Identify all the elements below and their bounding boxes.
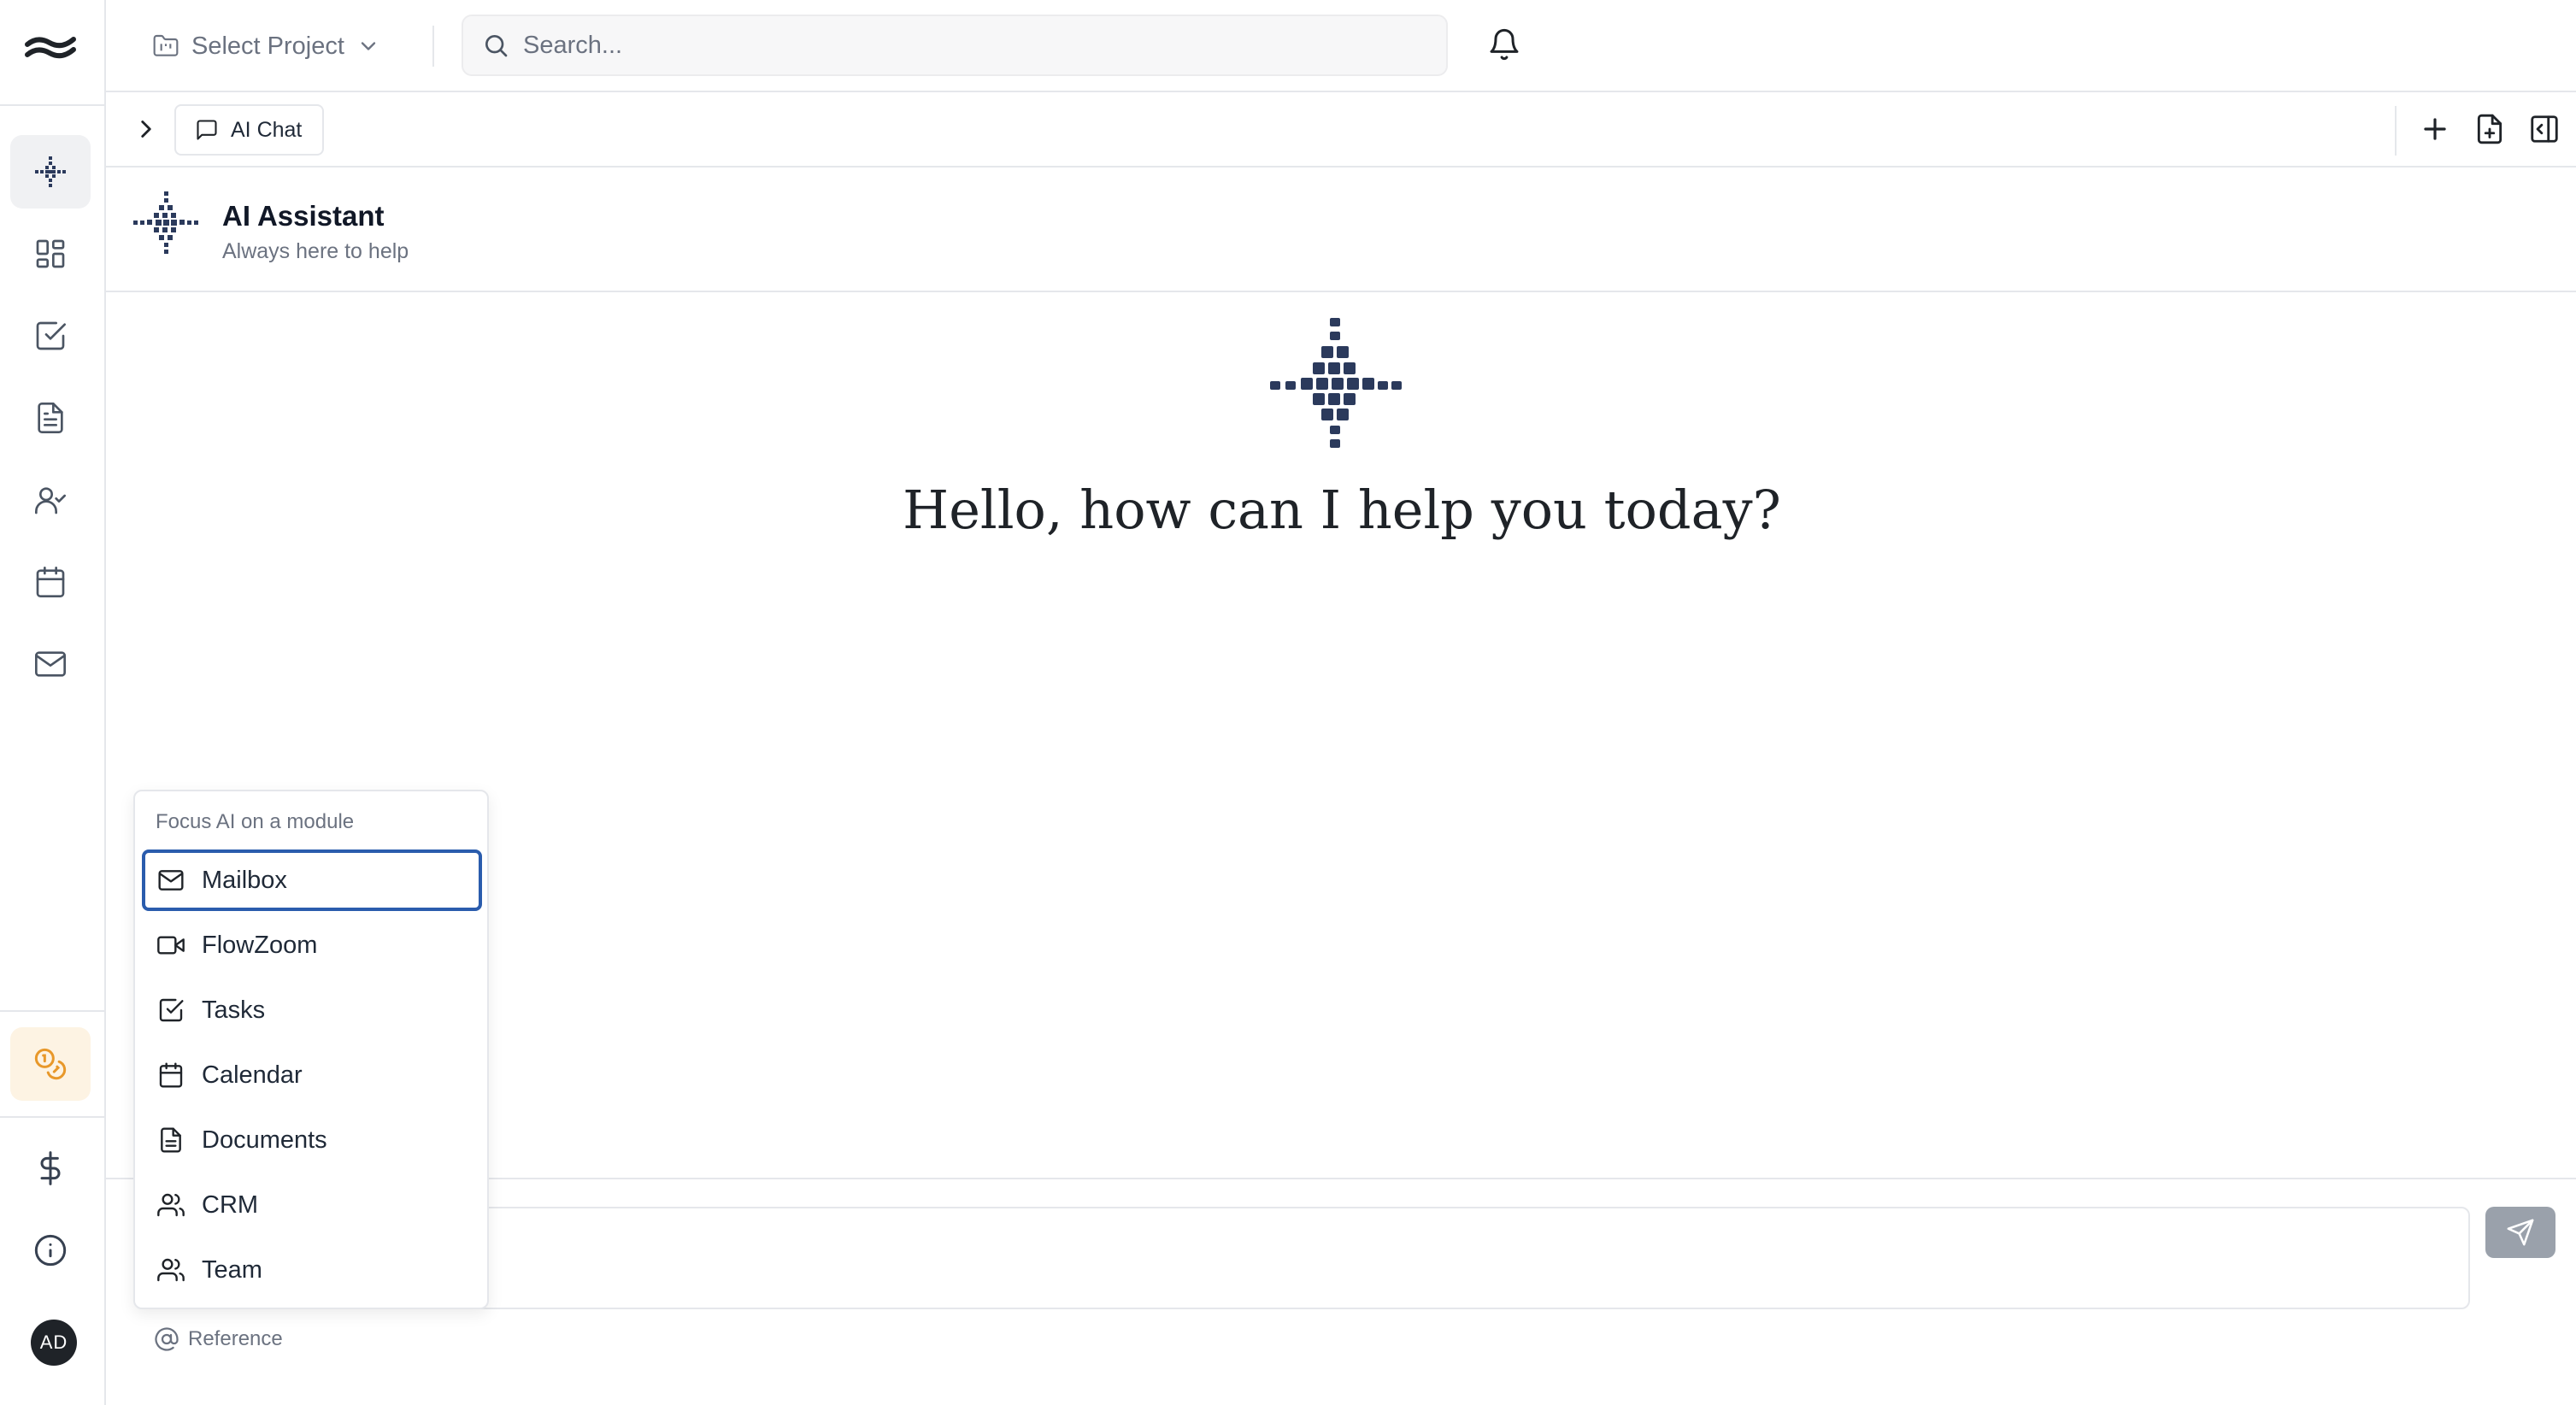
sidebar-item-info[interactable]	[10, 1214, 91, 1287]
focus-module-menu: Focus AI on a module Mailbox FlowZoom Ta…	[133, 790, 489, 1309]
calendar-icon	[36, 567, 65, 597]
at-sign-icon	[155, 1327, 179, 1351]
panel-toggle-icon[interactable]	[2528, 113, 2561, 145]
chevron-right-icon[interactable]	[132, 115, 161, 144]
project-selector[interactable]: Select Project	[152, 26, 380, 67]
assistant-header: AI Assistant Always here to help	[106, 168, 2576, 292]
dollar-icon	[40, 1151, 61, 1185]
sidebar-item-tasks[interactable]	[10, 299, 91, 373]
assistant-subtitle: Always here to help	[222, 239, 409, 263]
menu-item-label: Mailbox	[202, 866, 287, 894]
document-icon	[161, 1127, 181, 1153]
tab-ai-chat[interactable]: AI Chat	[174, 104, 325, 156]
greeting-heading: Hello, how can I help you today?	[903, 479, 1781, 541]
top-bar: Select Project	[106, 0, 2576, 92]
sidebar-item-mailbox[interactable]	[10, 627, 91, 701]
sidebar-item-dashboard[interactable]	[10, 217, 91, 291]
calendar-icon	[159, 1062, 183, 1088]
tab-label: AI Chat	[231, 117, 303, 142]
users-icon	[157, 1258, 185, 1282]
menu-item-label: Team	[202, 1255, 262, 1284]
reference-label: Reference	[188, 1327, 283, 1350]
document-icon	[38, 403, 63, 433]
video-icon	[157, 936, 185, 955]
sidebar-item-billing[interactable]	[10, 1132, 91, 1205]
mail-icon	[35, 651, 66, 677]
info-icon	[34, 1234, 67, 1267]
bell-icon[interactable]	[1487, 27, 1521, 62]
coins-icon	[34, 1048, 67, 1080]
search-box[interactable]	[462, 15, 1448, 76]
menu-item-label: Tasks	[202, 996, 266, 1024]
file-plus-icon[interactable]	[2473, 113, 2506, 145]
message-square-icon	[197, 120, 217, 140]
avatar[interactable]: AD	[31, 1320, 77, 1366]
project-selector-label: Select Project	[191, 32, 344, 60]
dashboard-grid-icon	[36, 239, 65, 268]
menu-item-label: CRM	[202, 1190, 259, 1219]
menu-item-calendar[interactable]: Calendar	[142, 1044, 482, 1106]
assistant-logo-icon	[133, 191, 198, 254]
menu-item-mailbox[interactable]: Mailbox	[142, 849, 482, 911]
plus-icon[interactable]	[2419, 113, 2451, 145]
mail-icon	[158, 870, 184, 891]
search-input[interactable]	[523, 31, 1378, 60]
reference-button[interactable]: Reference	[154, 1326, 283, 1352]
assistant-hero-logo-icon	[1270, 318, 1402, 448]
sidebar-item-documents[interactable]	[10, 381, 91, 455]
chevron-down-icon	[361, 42, 376, 50]
menu-item-tasks[interactable]: Tasks	[142, 979, 482, 1041]
folder-kanban-icon	[153, 34, 179, 56]
brand-logo-icon[interactable]	[21, 22, 80, 77]
menu-item-label: FlowZoom	[202, 931, 318, 959]
assistant-title: AI Assistant	[222, 200, 385, 232]
menu-item-team[interactable]: Team	[142, 1239, 482, 1301]
sidebar-item-ai-assistant[interactable]	[10, 135, 91, 209]
checkbox-icon	[159, 998, 184, 1022]
sidebar-item-calendar[interactable]	[10, 545, 91, 619]
sparkle-logo-icon	[35, 156, 66, 187]
focus-menu-heading: Focus AI on a module	[156, 810, 355, 833]
menu-item-label: Documents	[202, 1126, 327, 1154]
search-icon	[485, 35, 508, 57]
menu-item-label: Calendar	[202, 1061, 303, 1089]
menu-item-documents[interactable]: Documents	[142, 1109, 482, 1171]
send-button[interactable]	[2485, 1207, 2555, 1258]
users-icon	[157, 1193, 185, 1217]
sidebar-item-coins[interactable]	[10, 1027, 91, 1101]
sidebar: AD	[0, 0, 106, 1405]
tab-bar: AI Chat	[106, 92, 2576, 168]
menu-item-flowzoom[interactable]: FlowZoom	[142, 914, 482, 976]
menu-item-crm[interactable]: CRM	[142, 1174, 482, 1236]
send-icon	[2507, 1219, 2534, 1246]
checkbox-icon	[36, 321, 66, 350]
